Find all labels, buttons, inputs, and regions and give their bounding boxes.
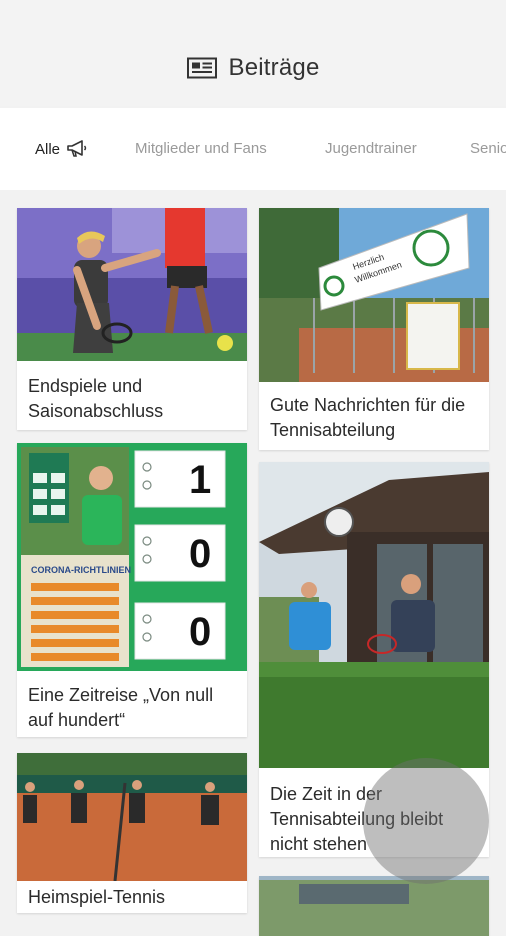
tab-alle[interactable]: Alle [35, 140, 88, 158]
score-digit: 1 [189, 458, 211, 502]
page-title: Beiträge [228, 54, 320, 81]
post-image [259, 462, 489, 768]
tab-label: Senio [470, 140, 506, 157]
post-image [17, 753, 247, 881]
post-title: Heimspiel-Tennis [28, 887, 166, 907]
tab-label: Jugendtrainer [325, 140, 417, 157]
app-header: Beiträge [0, 0, 506, 106]
post-card[interactable]: Herzlich Willkommen Gute Nachrichten für… [259, 208, 489, 450]
megaphone-icon [67, 140, 87, 157]
post-card[interactable] [259, 876, 489, 936]
post-title: Eine Zeitreise „Von null auf hundert“ [28, 685, 214, 730]
score-digit: 0 [189, 532, 211, 576]
newspaper-icon [186, 57, 217, 79]
post-image: CORONA-RICHTLINIEN 1 0 0 [17, 443, 247, 671]
tab-label: Alle [35, 140, 61, 158]
post-image [259, 876, 489, 936]
tab-label: Mitglieder und Fans [135, 140, 267, 157]
post-image: Herzlich Willkommen [259, 208, 489, 382]
score-digit: 0 [189, 610, 211, 654]
post-title: Endspiele und Saisonabschluss [28, 376, 164, 421]
header-title-group: Beiträge [0, 50, 506, 86]
sign-text: CORONA-RICHTLINIEN [31, 565, 131, 575]
tab-mitglieder-und-fans[interactable]: Mitglieder und Fans [135, 140, 267, 157]
post-title: Gute Nachrichten für die Tennisabteilung [270, 395, 466, 440]
post-image [17, 208, 247, 361]
post-card[interactable]: Heimspiel-Tennis [17, 753, 247, 913]
touch-ripple [363, 758, 489, 884]
post-card[interactable]: CORONA-RICHTLINIEN 1 0 0 Eine Zeitreise … [17, 443, 247, 737]
tab-jugendtrainer[interactable]: Jugendtrainer [325, 140, 417, 157]
category-tabs: Alle Mitglieder und Fans Jugendtrainer S… [0, 108, 506, 190]
post-card[interactable]: Endspiele und Saisonabschluss [17, 208, 247, 430]
tab-senioren[interactable]: Senio [470, 140, 506, 157]
